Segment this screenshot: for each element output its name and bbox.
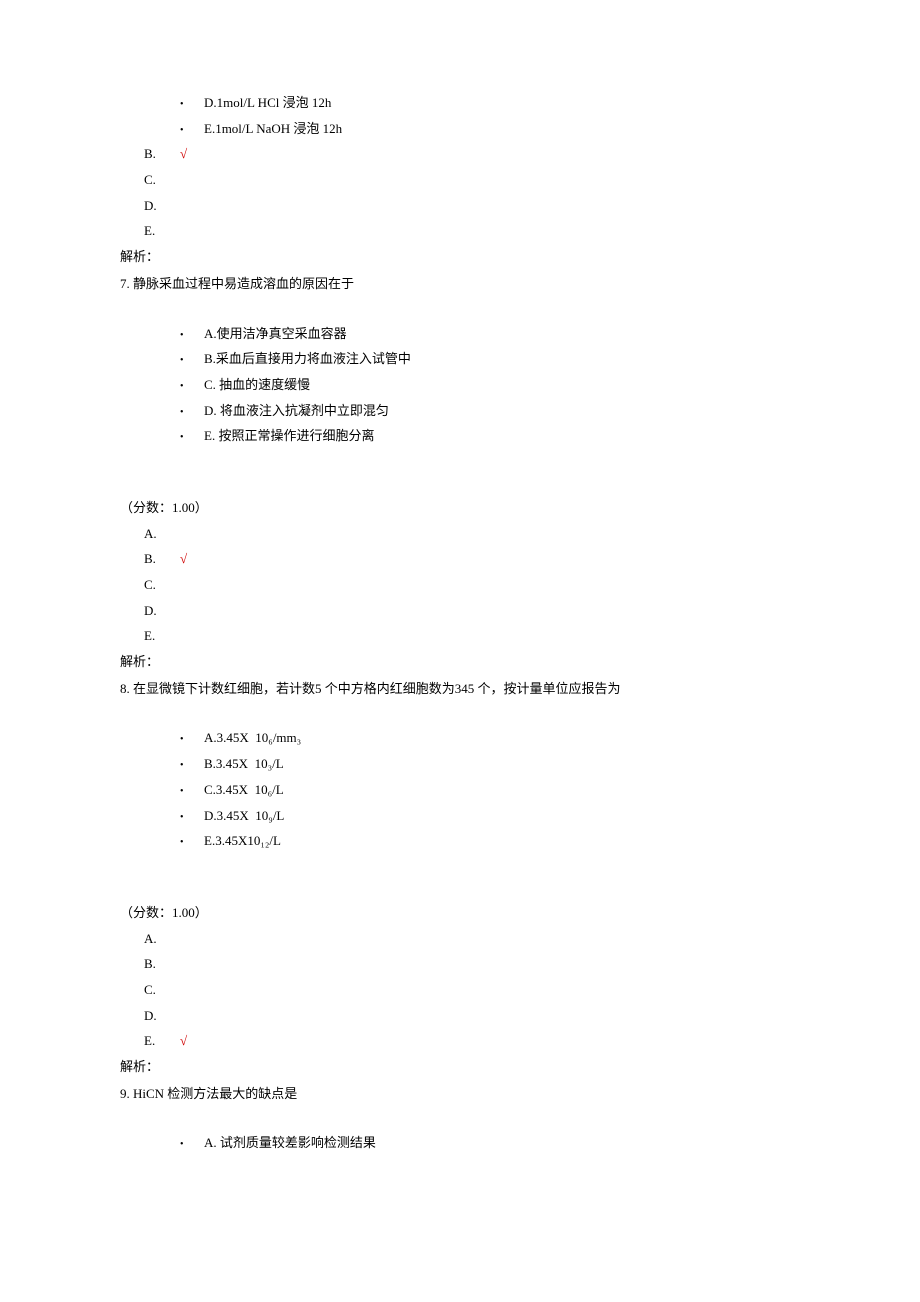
bullet-icon: • [180, 428, 204, 447]
option-c: • C. 抽血的速度缓慢 [120, 373, 800, 398]
option-text: D. 将血液注入抗凝剂中立即混匀 [204, 399, 389, 424]
answer-d: D. [144, 599, 800, 624]
bullet-icon: • [180, 833, 204, 852]
answer-e: E. [144, 219, 800, 244]
bullet-icon: • [180, 1135, 204, 1154]
answer-letter: E. [144, 219, 180, 244]
answer-d: D. [144, 194, 800, 219]
bullet-icon: • [180, 403, 204, 422]
option-e: • E. 按照正常操作进行细胞分离 [120, 424, 800, 449]
score-label: （分数：1.00） [120, 901, 800, 926]
answer-letter: C. [144, 168, 180, 193]
option-e: • E.1mol/L NaOH 浸泡 12h [120, 117, 800, 142]
answer-letter: B. [144, 547, 180, 572]
explain-label: 解析： [120, 245, 800, 270]
answer-letter: C. [144, 573, 180, 598]
answer-letter: D. [144, 194, 180, 219]
answer-letter: B. [144, 952, 180, 977]
option-text: A.3.45X 10₆/mm₃ [204, 726, 301, 751]
answer-letter: A. [144, 522, 180, 547]
option-d: • D.3.45X 10₉/L [120, 804, 800, 829]
option-c: • C.3.45X 10₆/L [120, 778, 800, 803]
explain-label: 解析： [120, 1055, 800, 1080]
option-text: D.1mol/L HCl 浸泡 12h [204, 91, 331, 116]
answer-letter: A. [144, 927, 180, 952]
answer-list: A. B. C. D. E. √ [120, 927, 800, 1054]
answer-letter: E. [144, 624, 180, 649]
question-stem: 7. 静脉采血过程中易造成溶血的原因在于 [120, 272, 800, 297]
option-text: E.1mol/L NaOH 浸泡 12h [204, 117, 342, 142]
option-d: • D. 将血液注入抗凝剂中立即混匀 [120, 399, 800, 424]
option-text: E.3.45X10₁₂/L [204, 829, 281, 854]
option-d: • D.1mol/L HCl 浸泡 12h [120, 91, 800, 116]
answer-d: D. [144, 1004, 800, 1029]
option-b: • B.3.45X 10₃/L [120, 752, 800, 777]
correct-mark: √ [180, 142, 187, 167]
bullet-icon: • [180, 351, 204, 370]
question-8: 8. 在显微镜下计数红细胞，若计数5 个中方格内红细胞数为345 个，按计量单位… [120, 677, 800, 1080]
explain-label: 解析： [120, 650, 800, 675]
bullet-icon: • [180, 95, 204, 114]
bullet-icon: • [180, 756, 204, 775]
question-6-tail: • D.1mol/L HCl 浸泡 12h • E.1mol/L NaOH 浸泡… [120, 91, 800, 270]
option-prefix: C.3.45X [204, 782, 248, 797]
answer-b: B. √ [144, 142, 800, 167]
score-label: （分数：1.00） [120, 496, 800, 521]
option-unit: 10₆/mm₃ [255, 730, 301, 745]
question-stem: 8. 在显微镜下计数红细胞，若计数5 个中方格内红细胞数为345 个，按计量单位… [120, 677, 800, 702]
option-text: C.3.45X 10₆/L [204, 778, 284, 803]
answer-c: C. [144, 573, 800, 598]
option-text: C. 抽血的速度缓慢 [204, 373, 310, 398]
answer-b: B. √ [144, 547, 800, 572]
option-unit: 10₉/L [255, 808, 284, 823]
option-text: B.采血后直接用力将血液注入试管中 [204, 347, 411, 372]
bullet-icon: • [180, 782, 204, 801]
answer-list: A. B. √ C. D. E. [120, 522, 800, 649]
option-text: D.3.45X 10₉/L [204, 804, 284, 829]
answer-e: E. √ [144, 1029, 800, 1054]
answer-c: C. [144, 978, 800, 1003]
answer-letter: D. [144, 1004, 180, 1029]
bullet-icon: • [180, 730, 204, 749]
answer-a: A. [144, 927, 800, 952]
option-unit: 10₃/L [255, 756, 284, 771]
option-text: B.3.45X 10₃/L [204, 752, 284, 777]
option-a: • A.使用洁净真空采血容器 [120, 322, 800, 347]
question-7: 7. 静脉采血过程中易造成溶血的原因在于 • A.使用洁净真空采血容器 • B.… [120, 272, 800, 675]
answer-letter: E. [144, 1029, 180, 1054]
option-b: • B.采血后直接用力将血液注入试管中 [120, 347, 800, 372]
answer-letter: D. [144, 599, 180, 624]
bullet-icon: • [180, 326, 204, 345]
option-a: • A. 试剂质量较差影响检测结果 [120, 1131, 800, 1156]
answer-letter: C. [144, 978, 180, 1003]
bullet-icon: • [180, 121, 204, 140]
option-unit: 10₆/L [255, 782, 284, 797]
option-a: • A.3.45X 10₆/mm₃ [120, 726, 800, 751]
answer-list: B. √ C. D. E. [120, 142, 800, 244]
answer-b: B. [144, 952, 800, 977]
option-prefix: B.3.45X [204, 756, 248, 771]
option-e: • E.3.45X10₁₂/L [120, 829, 800, 854]
bullet-icon: • [180, 377, 204, 396]
question-stem: 9. HiCN 检测方法最大的缺点是 [120, 1082, 800, 1107]
option-prefix: D.3.45X [204, 808, 249, 823]
answer-a: A. [144, 522, 800, 547]
question-9: 9. HiCN 检测方法最大的缺点是 • A. 试剂质量较差影响检测结果 [120, 1082, 800, 1156]
option-text: E. 按照正常操作进行细胞分离 [204, 424, 374, 449]
bullet-icon: • [180, 808, 204, 827]
option-prefix: A.3.45X [204, 730, 249, 745]
answer-e: E. [144, 624, 800, 649]
option-text: A.使用洁净真空采血容器 [204, 322, 347, 347]
correct-mark: √ [180, 1029, 187, 1054]
answer-c: C. [144, 168, 800, 193]
option-text: A. 试剂质量较差影响检测结果 [204, 1131, 376, 1156]
correct-mark: √ [180, 547, 187, 572]
answer-letter: B. [144, 142, 180, 167]
